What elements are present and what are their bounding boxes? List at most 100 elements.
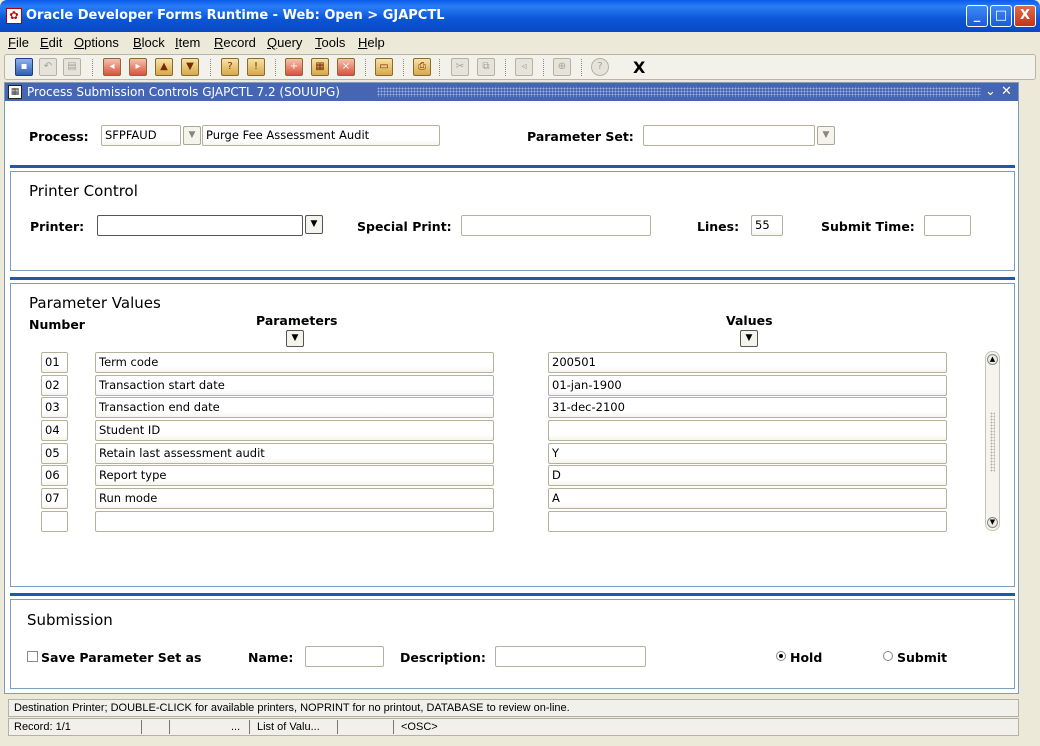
special-print-field[interactable] xyxy=(461,215,651,236)
status-divider xyxy=(141,720,142,734)
values-column-header: Values xyxy=(726,313,773,328)
menu-item[interactable]: Item xyxy=(175,35,200,50)
options-icon[interactable]: ▭ xyxy=(375,58,393,76)
menu-query[interactable]: Query xyxy=(267,35,302,50)
save-icon[interactable]: ▪ xyxy=(15,58,33,76)
save-parameter-set-label: Save Parameter Set as xyxy=(41,650,202,665)
next-block-icon[interactable]: ▸ xyxy=(129,58,147,76)
special-print-label: Special Print: xyxy=(357,219,452,234)
printer-dropdown-button[interactable]: ▼ xyxy=(305,215,323,234)
parameter-name-field[interactable]: Run mode xyxy=(95,488,494,509)
values-sort-button[interactable]: ▼ xyxy=(740,330,758,347)
scroll-up-icon[interactable]: ▲ xyxy=(987,354,998,365)
submit-label: Submit xyxy=(897,650,948,665)
title-bar-pattern xyxy=(377,87,981,97)
menu-bar: File Edit Options Block Item Record Quer… xyxy=(4,33,1036,53)
parameters-column-header: Parameters xyxy=(256,313,338,328)
lines-field[interactable]: 55 xyxy=(751,215,783,236)
parameter-value-field[interactable]: 200501 xyxy=(548,352,947,373)
row-number-field[interactable]: 05 xyxy=(41,443,68,464)
name-field[interactable] xyxy=(305,646,384,667)
printer-label: Printer: xyxy=(30,219,85,234)
process-description-field[interactable]: Purge Fee Assessment Audit xyxy=(202,125,440,146)
parameters-sort-button[interactable]: ▼ xyxy=(286,330,304,347)
row-number-field[interactable]: 04 xyxy=(41,420,68,441)
search-icon[interactable]: ⊕ xyxy=(553,58,571,76)
window-title: Oracle Developer Forms Runtime - Web: Op… xyxy=(26,8,445,23)
menu-tools[interactable]: Tools xyxy=(315,35,345,50)
parameter-value-field[interactable] xyxy=(548,511,947,532)
form-minimize-icon[interactable]: ⌄ xyxy=(985,83,996,101)
menu-block[interactable]: Block xyxy=(133,35,165,50)
parameter-name-field[interactable]: Student ID xyxy=(95,420,494,441)
remove-record-icon[interactable]: × xyxy=(337,58,355,76)
submit-time-field[interactable] xyxy=(924,215,971,236)
previous-block-icon[interactable]: ◂ xyxy=(103,58,121,76)
exit-button[interactable]: X xyxy=(633,58,645,77)
minimize-button[interactable]: _ xyxy=(966,5,988,27)
cut-icon[interactable]: ✂ xyxy=(451,58,469,76)
printer-field[interactable] xyxy=(97,215,303,236)
close-window-button[interactable]: X xyxy=(1014,5,1036,27)
parameter-value-field[interactable]: A xyxy=(548,488,947,509)
printer-control-title: Printer Control xyxy=(29,182,138,200)
process-dropdown-button[interactable]: ▼ xyxy=(183,126,201,145)
execute-query-icon[interactable]: ! xyxy=(247,58,265,76)
parameter-set-field[interactable] xyxy=(643,125,815,146)
process-code-field[interactable]: SFPFAUD xyxy=(101,125,181,146)
parameter-name-field[interactable]: Retain last assessment audit xyxy=(95,443,494,464)
scroll-down-icon[interactable]: ▼ xyxy=(987,517,998,528)
form-title: Process Submission Controls GJAPCTL 7.2 … xyxy=(27,85,340,99)
parameter-value-field[interactable]: 01-jan-1900 xyxy=(548,375,947,396)
rollback-icon[interactable]: ↶ xyxy=(39,58,57,76)
row-number-field[interactable]: 02 xyxy=(41,375,68,396)
row-number-field[interactable]: 07 xyxy=(41,488,68,509)
parameter-value-field[interactable]: D xyxy=(548,465,947,486)
osc-indicator: <OSC> xyxy=(401,721,438,733)
parameter-name-field[interactable] xyxy=(95,511,494,532)
submit-radio[interactable] xyxy=(883,651,893,661)
parameter-values-title: Parameter Values xyxy=(29,294,161,312)
maximize-button[interactable]: □ xyxy=(990,5,1012,27)
status-ellipsis: ... xyxy=(231,721,241,733)
parameter-name-field[interactable]: Report type xyxy=(95,465,494,486)
status-divider xyxy=(337,720,338,734)
print-icon[interactable]: ⎙ xyxy=(413,58,431,76)
menu-record[interactable]: Record xyxy=(214,35,256,50)
parameter-name-field[interactable]: Term code xyxy=(95,352,494,373)
toolbar-separator xyxy=(210,59,211,76)
copy-icon[interactable]: ⧉ xyxy=(477,58,495,76)
row-number-field[interactable] xyxy=(41,511,68,532)
insert-record-icon[interactable]: + xyxy=(285,58,303,76)
parameters-scrollbar[interactable]: ▲ ▼ xyxy=(985,351,1000,531)
next-record-icon[interactable]: ▼ xyxy=(181,58,199,76)
submission-section xyxy=(10,599,1015,689)
row-number-field[interactable]: 03 xyxy=(41,397,68,418)
menu-edit[interactable]: Edit xyxy=(40,35,62,50)
save-parameter-set-checkbox[interactable] xyxy=(27,651,38,662)
paste-icon[interactable]: ◃ xyxy=(515,58,533,76)
section-divider xyxy=(10,277,1015,280)
parameter-value-field[interactable]: 31-dec-2100 xyxy=(548,397,947,418)
menu-help[interactable]: Help xyxy=(358,35,385,50)
print-preview-icon[interactable]: ▤ xyxy=(63,58,81,76)
status-divider xyxy=(249,720,250,734)
previous-record-icon[interactable]: ▲ xyxy=(155,58,173,76)
enter-query-icon[interactable]: ? xyxy=(221,58,239,76)
process-label: Process: xyxy=(29,129,89,144)
parameter-name-field[interactable]: Transaction end date xyxy=(95,397,494,418)
row-number-field[interactable]: 06 xyxy=(41,465,68,486)
help-icon[interactable]: ? xyxy=(591,58,609,76)
parameter-value-field[interactable]: Y xyxy=(548,443,947,464)
row-number-field[interactable]: 01 xyxy=(41,352,68,373)
description-field[interactable] xyxy=(495,646,646,667)
parameter-set-dropdown-button[interactable]: ▼ xyxy=(817,126,835,145)
menu-file[interactable]: File xyxy=(8,35,29,50)
scroll-grip[interactable] xyxy=(990,412,995,472)
parameter-value-field[interactable] xyxy=(548,420,947,441)
delete-record-icon[interactable]: ▦ xyxy=(311,58,329,76)
menu-options[interactable]: Options xyxy=(74,35,119,50)
form-close-icon[interactable]: ✕ xyxy=(1001,83,1012,101)
parameter-name-field[interactable]: Transaction start date xyxy=(95,375,494,396)
hold-radio[interactable] xyxy=(776,651,786,661)
